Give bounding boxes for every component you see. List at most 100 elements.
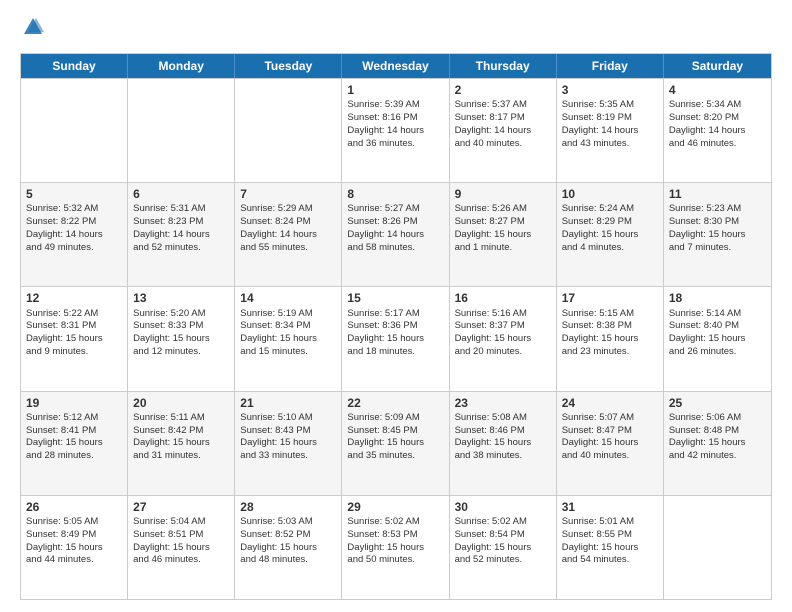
day-info-line: Sunset: 8:41 PM [26, 425, 122, 438]
day-info-line: Sunset: 8:40 PM [669, 320, 766, 333]
calendar-row-2: 12Sunrise: 5:22 AMSunset: 8:31 PMDayligh… [21, 286, 771, 390]
empty-cell-0-2 [235, 79, 342, 182]
day-info-line: Sunrise: 5:34 AM [669, 99, 766, 112]
day-number: 16 [455, 290, 551, 306]
day-info-line: Sunrise: 5:12 AM [26, 412, 122, 425]
day-info-line: and 46 minutes. [669, 138, 766, 151]
day-cell-19: 19Sunrise: 5:12 AMSunset: 8:41 PMDayligh… [21, 392, 128, 495]
day-info-line: Sunrise: 5:11 AM [133, 412, 229, 425]
day-number: 26 [26, 499, 122, 515]
day-info-line: Sunset: 8:45 PM [347, 425, 443, 438]
day-info-line: Daylight: 14 hours [26, 229, 122, 242]
day-info-line: Daylight: 15 hours [240, 333, 336, 346]
calendar-row-0: 1Sunrise: 5:39 AMSunset: 8:16 PMDaylight… [21, 78, 771, 182]
day-info-line: Sunset: 8:43 PM [240, 425, 336, 438]
day-info-line: Sunrise: 5:24 AM [562, 203, 658, 216]
day-info-line: Daylight: 15 hours [26, 333, 122, 346]
day-info-line: Daylight: 15 hours [347, 333, 443, 346]
day-info-line: Sunset: 8:16 PM [347, 112, 443, 125]
day-info-line: and 28 minutes. [26, 450, 122, 463]
day-cell-14: 14 Sunrise: 5:19 AMSunset: 8:34 PMDayligh… [235, 287, 342, 390]
day-info-line: and 58 minutes. [347, 242, 443, 255]
day-info-line: Sunrise: 5:06 AM [669, 412, 766, 425]
day-info-line: Sunrise: 5:15 AM [562, 308, 658, 321]
day-info-line: Sunset: 8:47 PM [562, 425, 658, 438]
day-info-line: Daylight: 15 hours [669, 229, 766, 242]
day-number: 28 [240, 499, 336, 515]
day-info-line: Sunrise: 5:31 AM [133, 203, 229, 216]
day-info-line: Daylight: 14 hours [240, 229, 336, 242]
day-info-line: Sunset: 8:31 PM [26, 320, 122, 333]
day-info-line: Sunrise: 5:16 AM [455, 308, 551, 321]
day-info-line: Sunrise: 5:29 AM [240, 203, 336, 216]
day-info-line: Sunset: 8:34 PM [240, 320, 336, 333]
day-number: 30 [455, 499, 551, 515]
day-cell-29: 29Sunrise: 5:02 AMSunset: 8:53 PMDayligh… [342, 496, 449, 599]
day-cell-17: 17Sunrise: 5:15 AMSunset: 8:38 PMDayligh… [557, 287, 664, 390]
weekday-header-sunday: Sunday [21, 54, 128, 78]
day-info-line: Sunset: 8:27 PM [455, 216, 551, 229]
day-info-line: Sunset: 8:38 PM [562, 320, 658, 333]
day-info-line: Sunrise: 5:05 AM [26, 516, 122, 529]
day-info-line: Daylight: 15 hours [455, 229, 551, 242]
calendar-row-3: 19Sunrise: 5:12 AMSunset: 8:41 PMDayligh… [21, 391, 771, 495]
day-number: 8 [347, 186, 443, 202]
day-info-line: and 42 minutes. [669, 450, 766, 463]
day-info-line: Sunrise: 5:37 AM [455, 99, 551, 112]
day-info-line: and 50 minutes. [347, 554, 443, 567]
day-cell-20: 20Sunrise: 5:11 AMSunset: 8:42 PMDayligh… [128, 392, 235, 495]
calendar-row-4: 26Sunrise: 5:05 AMSunset: 8:49 PM Dayligh… [21, 495, 771, 599]
day-info-line: Sunrise: 5:03 AM [240, 516, 336, 529]
day-info-line: Daylight: 14 hours [669, 125, 766, 138]
day-info-line: Daylight: 14 hours [455, 125, 551, 138]
day-number: 5 [26, 186, 122, 202]
day-info-line: Daylight: 15 hours [562, 333, 658, 346]
day-cell-6: 6Sunrise: 5:31 AMSunset: 8:23 PMDaylight… [128, 183, 235, 286]
weekday-header-monday: Monday [128, 54, 235, 78]
day-info-line: Sunrise: 5:19 AM [240, 308, 336, 321]
weekday-header-friday: Friday [557, 54, 664, 78]
day-info-line: Sunrise: 5:39 AM [347, 99, 443, 112]
day-info-line: Sunrise: 5:04 AM [133, 516, 229, 529]
day-cell-15: 15Sunrise: 5:17 AMSunset: 8:36 PMDayligh… [342, 287, 449, 390]
day-cell-22: 22Sunrise: 5:09 AMSunset: 8:45 PMDayligh… [342, 392, 449, 495]
day-info-line: Daylight: 15 hours [133, 542, 229, 555]
day-info-line: Daylight: 15 hours [455, 333, 551, 346]
day-cell-26: 26Sunrise: 5:05 AMSunset: 8:49 PMDayligh… [21, 496, 128, 599]
day-number: 24 [562, 395, 658, 411]
day-cell-7: 7Sunrise: 5:29 AMSunset: 8:24 PMDaylight… [235, 183, 342, 286]
day-info-line: Daylight: 15 hours [133, 333, 229, 346]
day-info-line: Sunset: 8:49 PM [26, 529, 122, 542]
day-info-line: Sunset: 8:24 PM [240, 216, 336, 229]
day-info-line: and 40 minutes. [455, 138, 551, 151]
day-info-line: Sunset: 8:55 PM [562, 529, 658, 542]
day-cell-16: 16Sunrise: 5:16 AMSunset: 8:37 PMDayligh… [450, 287, 557, 390]
day-number: 15 [347, 290, 443, 306]
day-info-line: Sunrise: 5:23 AM [669, 203, 766, 216]
day-info-line: Sunrise: 5:17 AM [347, 308, 443, 321]
day-info-line: Sunrise: 5:26 AM [455, 203, 551, 216]
day-info-line: Sunset: 8:51 PM [133, 529, 229, 542]
day-number: 31 [562, 499, 658, 515]
day-info-line: Daylight: 15 hours [240, 437, 336, 450]
calendar-body: 1Sunrise: 5:39 AMSunset: 8:16 PMDaylight… [21, 78, 771, 599]
day-number: 1 [347, 82, 443, 98]
day-cell-25: 25Sunrise: 5:06 AMSunset: 8:48 PMDayligh… [664, 392, 771, 495]
day-info-line: and 52 minutes. [455, 554, 551, 567]
day-info-line: and 54 minutes. [562, 554, 658, 567]
day-info-line: and 18 minutes. [347, 346, 443, 359]
day-info-line: and 36 minutes. [347, 138, 443, 151]
calendar: SundayMondayTuesdayWednesdayThursdayFrid… [20, 53, 772, 600]
day-info-line: Sunset: 8:19 PM [562, 112, 658, 125]
day-number: 14 [240, 290, 336, 306]
day-number: 11 [669, 186, 766, 202]
day-info-line: Daylight: 15 hours [347, 437, 443, 450]
day-info-line: Daylight: 15 hours [562, 542, 658, 555]
day-info-line: Daylight: 14 hours [347, 125, 443, 138]
day-info-line: Daylight: 15 hours [347, 542, 443, 555]
day-info-line: Sunrise: 5:10 AM [240, 412, 336, 425]
day-info-line: Sunset: 8:26 PM [347, 216, 443, 229]
day-info-line: and 44 minutes. [26, 554, 122, 567]
day-info-line: Sunrise: 5:02 AM [347, 516, 443, 529]
day-number: 18 [669, 290, 766, 306]
